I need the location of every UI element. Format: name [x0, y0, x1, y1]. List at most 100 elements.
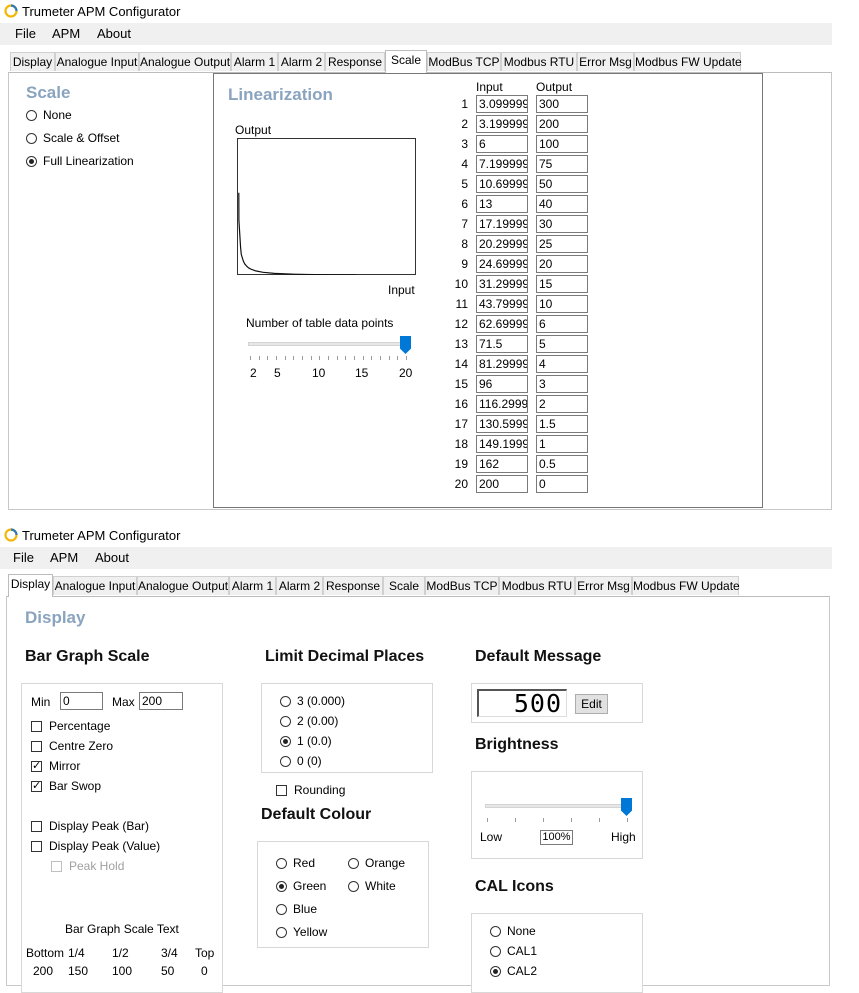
- slider-tick: [345, 356, 347, 360]
- tab-scale[interactable]: Scale: [383, 576, 425, 595]
- table-input-cell[interactable]: 17.199998: [476, 215, 528, 233]
- table-input-cell[interactable]: 200: [476, 475, 528, 493]
- table-input-cell[interactable]: 149.19999: [476, 435, 528, 453]
- table-input-cell[interactable]: 13: [476, 195, 528, 213]
- table-input-cell[interactable]: 96: [476, 375, 528, 393]
- radio-decimal-3-0-000[interactable]: 3 (0.000): [280, 694, 345, 708]
- table-input-cell[interactable]: 62.699996: [476, 315, 528, 333]
- table-input-cell[interactable]: 3.0999999: [476, 95, 528, 113]
- checkbox-mirror[interactable]: ✓ Mirror: [31, 759, 80, 773]
- tab-analogue-output[interactable]: Analogue Output: [137, 576, 229, 595]
- table-output-cell[interactable]: 15: [536, 275, 588, 293]
- table-input-cell[interactable]: 43.799999: [476, 295, 528, 313]
- table-output-cell[interactable]: 2: [536, 395, 588, 413]
- menu-file[interactable]: File: [13, 26, 38, 41]
- table-output-cell[interactable]: 1: [536, 435, 588, 453]
- table-output-cell[interactable]: 0: [536, 475, 588, 493]
- menu-apm[interactable]: APM: [50, 26, 82, 41]
- table-output-cell[interactable]: 20: [536, 255, 588, 273]
- tab-response[interactable]: Response: [323, 576, 383, 595]
- slider-tick: [515, 818, 516, 822]
- checkbox-centre-zero[interactable]: Centre Zero: [31, 739, 113, 753]
- table-output-cell[interactable]: 30: [536, 215, 588, 233]
- radio-colour-white[interactable]: White: [348, 879, 396, 893]
- radio-colour-red[interactable]: Red: [276, 856, 315, 870]
- radio-scale-offset[interactable]: Scale & Offset: [26, 131, 119, 145]
- checkbox-bar-swop[interactable]: ✓ Bar Swop: [31, 779, 101, 793]
- table-input-cell[interactable]: 130.59999: [476, 415, 528, 433]
- tab-modbus-fw-update[interactable]: Modbus FW Update: [634, 52, 742, 71]
- table-input-cell[interactable]: 71.5: [476, 335, 528, 353]
- table-input-cell[interactable]: 162: [476, 455, 528, 473]
- tab-modbus-tcp[interactable]: ModBus TCP: [427, 52, 501, 71]
- radio-full-linearization[interactable]: Full Linearization: [26, 154, 134, 168]
- min-input[interactable]: 0: [60, 692, 103, 710]
- tab-alarm-2[interactable]: Alarm 2: [278, 52, 325, 71]
- table-input-cell[interactable]: 116.29999: [476, 395, 528, 413]
- radio-colour-green[interactable]: Green: [276, 879, 326, 893]
- tab-response[interactable]: Response: [325, 52, 385, 71]
- table-output-cell[interactable]: 3: [536, 375, 588, 393]
- tab-alarm-1[interactable]: Alarm 1: [229, 576, 276, 595]
- tab-modbus-rtu[interactable]: Modbus RTU: [499, 576, 575, 595]
- data-points-slider-thumb[interactable]: [400, 336, 411, 354]
- checkbox-display-peak-value[interactable]: Display Peak (Value): [31, 839, 160, 853]
- radio-colour-blue[interactable]: Blue: [276, 902, 317, 916]
- tab-analogue-output[interactable]: Analogue Output: [139, 52, 231, 71]
- table-output-cell[interactable]: 0.5: [536, 455, 588, 473]
- data-points-slider-track[interactable]: [248, 342, 406, 346]
- max-input[interactable]: 200: [139, 692, 183, 710]
- table-output-cell[interactable]: 4: [536, 355, 588, 373]
- tab-modbus-tcp[interactable]: ModBus TCP: [425, 576, 499, 595]
- table-input-cell[interactable]: 7.1999998: [476, 155, 528, 173]
- tab-modbus-rtu[interactable]: Modbus RTU: [501, 52, 577, 71]
- table-output-cell[interactable]: 300: [536, 95, 588, 113]
- table-output-cell[interactable]: 75: [536, 155, 588, 173]
- table-input-cell[interactable]: 10.699999: [476, 175, 528, 193]
- tab-error-msg[interactable]: Error Msg: [577, 52, 634, 71]
- rounding-checkbox[interactable]: Rounding: [276, 783, 345, 797]
- table-input-cell[interactable]: 81.299995: [476, 355, 528, 373]
- tab-display[interactable]: Display: [8, 574, 53, 597]
- table-output-cell[interactable]: 10: [536, 295, 588, 313]
- brightness-slider-track[interactable]: [485, 804, 630, 808]
- menu-apm[interactable]: APM: [48, 550, 80, 565]
- table-output-cell[interactable]: 5: [536, 335, 588, 353]
- tab-display[interactable]: Display: [10, 52, 55, 71]
- radio-colour-yellow[interactable]: Yellow: [276, 925, 327, 939]
- table-output-cell[interactable]: 40: [536, 195, 588, 213]
- radio-cal-none[interactable]: None: [490, 924, 536, 938]
- table-output-cell[interactable]: 100: [536, 135, 588, 153]
- brightness-slider-thumb[interactable]: [621, 798, 632, 816]
- edit-message-button[interactable]: Edit: [575, 694, 608, 714]
- tab-scale[interactable]: Scale: [385, 50, 427, 73]
- table-output-cell[interactable]: 50: [536, 175, 588, 193]
- table-input-cell[interactable]: 20.299999: [476, 235, 528, 253]
- table-output-cell[interactable]: 1.5: [536, 415, 588, 433]
- table-input-cell[interactable]: 24.699998: [476, 255, 528, 273]
- tab-error-msg[interactable]: Error Msg: [575, 576, 632, 595]
- table-output-cell[interactable]: 6: [536, 315, 588, 333]
- table-input-cell[interactable]: 31.299999: [476, 275, 528, 293]
- checkbox-percentage[interactable]: Percentage: [31, 719, 110, 733]
- radio-scale-none[interactable]: None: [26, 108, 72, 122]
- checkbox-display-peak-bar[interactable]: Display Peak (Bar): [31, 819, 149, 833]
- tab-modbus-fw-update[interactable]: Modbus FW Update: [632, 576, 740, 595]
- tab-alarm-1[interactable]: Alarm 1: [231, 52, 278, 71]
- menu-file[interactable]: File: [11, 550, 36, 565]
- radio-decimal-0-0[interactable]: 0 (0): [280, 754, 322, 768]
- tab-analogue-input[interactable]: Analogue Input: [55, 52, 139, 71]
- table-output-cell[interactable]: 25: [536, 235, 588, 253]
- radio-cal-cal1[interactable]: CAL1: [490, 944, 537, 958]
- table-input-cell[interactable]: 6: [476, 135, 528, 153]
- radio-decimal-1-0-0[interactable]: 1 (0.0): [280, 734, 332, 748]
- radio-decimal-2-0-00[interactable]: 2 (0.00): [280, 714, 338, 728]
- tab-alarm-2[interactable]: Alarm 2: [276, 576, 323, 595]
- table-output-cell[interactable]: 200: [536, 115, 588, 133]
- menu-about[interactable]: About: [95, 26, 133, 41]
- menu-about[interactable]: About: [93, 550, 131, 565]
- table-input-cell[interactable]: 3.1999998: [476, 115, 528, 133]
- radio-colour-orange[interactable]: Orange: [348, 856, 405, 870]
- tab-analogue-input[interactable]: Analogue Input: [53, 576, 137, 595]
- table-row-number: 15: [454, 377, 468, 391]
